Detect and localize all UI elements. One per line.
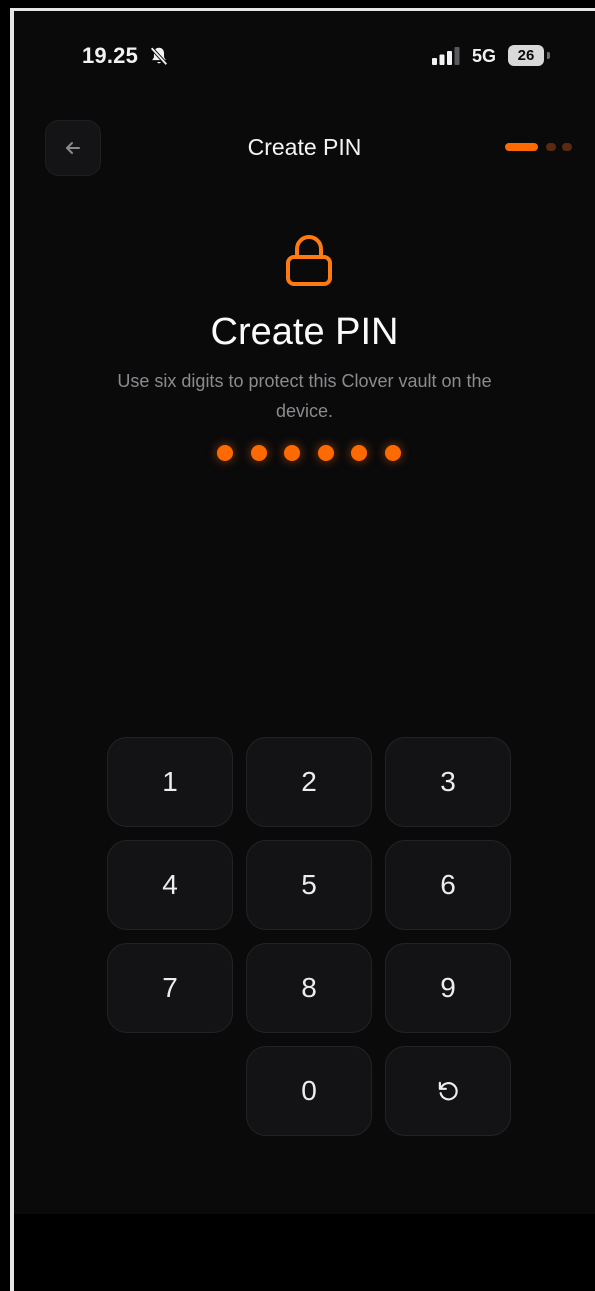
keypad-key-8[interactable]: 8 — [246, 943, 372, 1033]
home-indicator-area — [14, 1214, 595, 1291]
step-1-active — [505, 143, 538, 151]
pin-dot — [318, 445, 334, 461]
rotate-ccw-icon — [438, 1081, 458, 1101]
step-3 — [562, 143, 572, 151]
network-type: 5G — [472, 46, 497, 66]
bell-slash-icon — [150, 46, 168, 66]
keypad-key-6[interactable]: 6 — [385, 840, 511, 930]
keypad-key-5[interactable]: 5 — [246, 840, 372, 930]
step-2 — [546, 143, 556, 151]
pin-dot — [284, 445, 300, 461]
keypad-key-3[interactable]: 3 — [385, 737, 511, 827]
pin-indicator — [14, 445, 595, 461]
page-title: Create PIN — [210, 311, 399, 353]
keypad-key-4[interactable]: 4 — [107, 840, 233, 930]
keypad-key-1[interactable]: 1 — [107, 737, 233, 827]
keypad-key-9[interactable]: 9 — [385, 943, 511, 1033]
pin-dot — [385, 445, 401, 461]
keypad-key-7[interactable]: 7 — [107, 943, 233, 1033]
battery-nub — [547, 52, 550, 59]
pin-dot — [351, 445, 367, 461]
keypad-reset-button[interactable] — [385, 1046, 511, 1136]
lock-icon — [286, 235, 332, 286]
pin-dot — [217, 445, 233, 461]
app-screen: 19.25 5G 26 Create PIN Create PIN Use si… — [14, 11, 595, 1214]
pin-dot — [251, 445, 267, 461]
battery-level: 26 — [508, 45, 544, 66]
keypad-key-0[interactable]: 0 — [246, 1046, 372, 1136]
status-time: 19.25 — [82, 43, 139, 68]
keypad-key-2[interactable]: 2 — [246, 737, 372, 827]
page-subtitle: Use six digits to protect this Clover va… — [117, 371, 492, 421]
signal-strength-icon — [432, 47, 460, 65]
